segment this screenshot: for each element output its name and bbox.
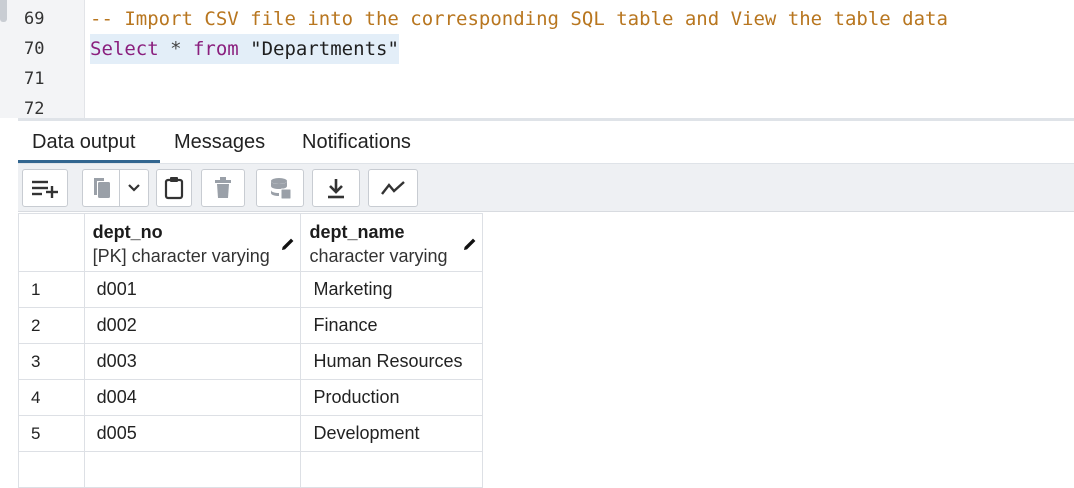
graph-visualiser-button[interactable]: [368, 169, 418, 207]
sql-keyword-from: from: [192, 38, 239, 60]
cell-dept-no[interactable]: d004: [83, 379, 302, 416]
row-number[interactable]: [18, 451, 85, 488]
delete-button[interactable]: [201, 169, 245, 207]
table-row[interactable]: 2 d002 Finance: [18, 307, 483, 344]
sql-editor[interactable]: 69 -- Import CSV file into the correspon…: [0, 0, 1074, 118]
column-type: [PK] character varying: [92, 246, 270, 266]
sql-keyword-select: Select: [90, 38, 159, 60]
cell-dept-no[interactable]: d005: [83, 415, 302, 452]
code-line[interactable]: 72: [0, 94, 1074, 118]
column-header-dept-no[interactable]: dept_no [PK] character varying: [83, 213, 302, 272]
add-row-icon: [30, 177, 60, 199]
sql-comment: -- Import CSV file into the correspondin…: [90, 8, 948, 30]
table-row[interactable]: 5 d005 Development: [18, 415, 483, 452]
line-number: 69: [24, 9, 45, 29]
cell-dept-no[interactable]: d001: [83, 271, 302, 308]
table-row[interactable]: 4 d004 Production: [18, 379, 483, 416]
row-number[interactable]: 5: [18, 415, 85, 452]
paste-icon: [164, 176, 184, 200]
save-data-button[interactable]: [256, 169, 304, 207]
sql-operator: *: [158, 38, 193, 60]
cell-dept-name[interactable]: Production: [300, 379, 483, 416]
line-number: 70: [24, 39, 45, 59]
column-header-dept-name[interactable]: dept_name character varying: [300, 213, 483, 272]
row-number[interactable]: 2: [18, 307, 85, 344]
line-number: 71: [24, 69, 45, 89]
chevron-down-icon: [127, 183, 141, 193]
cell-dept-name[interactable]: Finance: [300, 307, 483, 344]
cell-dept-no[interactable]: d002: [83, 307, 302, 344]
save-data-icon: [268, 176, 292, 200]
row-number[interactable]: 4: [18, 379, 85, 416]
row-number-header: [18, 213, 85, 272]
data-output-toolbar: [18, 164, 1074, 212]
column-name: dept_name: [309, 222, 405, 242]
cell-dept-name[interactable]: Development: [300, 415, 483, 452]
row-number[interactable]: 3: [18, 343, 85, 380]
tab-messages[interactable]: Messages: [174, 121, 265, 163]
column-type: character varying: [309, 246, 448, 266]
copy-button[interactable]: [82, 169, 120, 207]
column-name: dept_no: [92, 222, 163, 242]
table-row[interactable]: 1 d001 Marketing: [18, 271, 483, 308]
delete-icon: [214, 177, 232, 199]
code-line[interactable]: 70 Select * from "Departments": [0, 34, 1074, 64]
output-tabs: Data output Messages Notifications: [18, 118, 1074, 164]
data-grid: dept_no [PK] character varying dept_name…: [18, 213, 483, 488]
graph-visualiser-icon: [380, 179, 406, 197]
copy-options-dropdown[interactable]: [119, 169, 149, 207]
cell-dept-name[interactable]: Marketing: [300, 271, 483, 308]
download-icon: [326, 177, 346, 199]
cell-dept-no[interactable]: [83, 451, 302, 488]
table-row[interactable]: [18, 451, 483, 488]
edit-pencil-icon[interactable]: [462, 236, 478, 257]
line-number: 72: [24, 99, 45, 118]
edit-pencil-icon[interactable]: [280, 236, 296, 257]
cell-dept-no[interactable]: d003: [83, 343, 302, 380]
tab-notifications[interactable]: Notifications: [302, 121, 411, 163]
row-number[interactable]: 1: [18, 271, 85, 308]
download-csv-button[interactable]: [312, 169, 360, 207]
copy-icon: [91, 176, 113, 200]
code-line[interactable]: 69 -- Import CSV file into the correspon…: [0, 4, 1074, 34]
tab-data-output[interactable]: Data output: [18, 121, 160, 163]
cell-dept-name[interactable]: Human Resources: [300, 343, 483, 380]
sql-statement: Select * from "Departments": [90, 34, 399, 64]
table-row[interactable]: 3 d003 Human Resources: [18, 343, 483, 380]
cell-dept-name[interactable]: [300, 451, 483, 488]
sql-table-name: "Departments": [238, 38, 399, 60]
paste-button[interactable]: [156, 169, 192, 207]
add-row-button[interactable]: [22, 169, 68, 207]
code-line[interactable]: 71: [0, 64, 1074, 94]
